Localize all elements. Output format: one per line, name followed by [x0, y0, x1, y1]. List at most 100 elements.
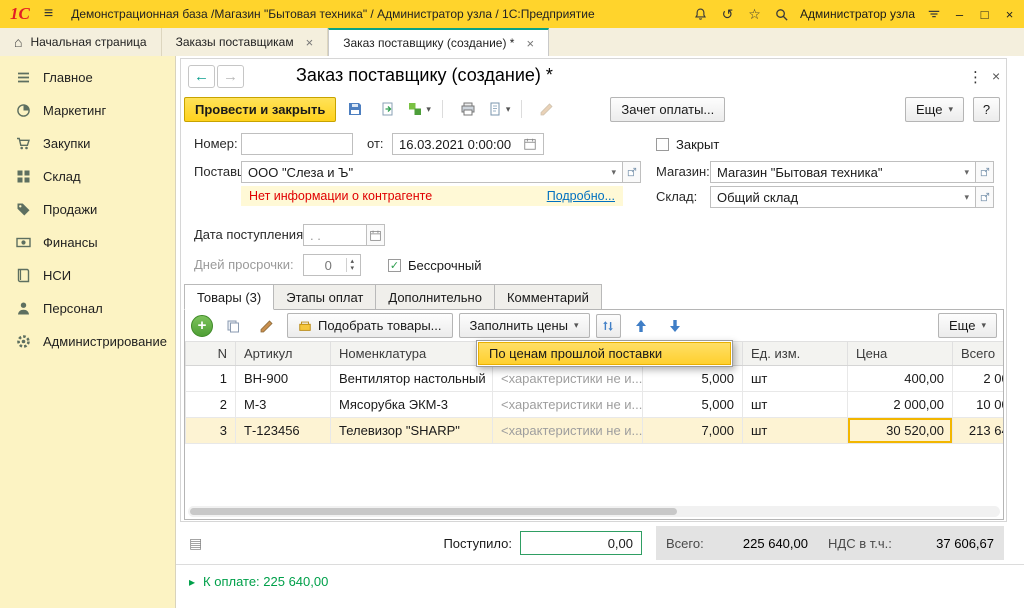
change-order-button[interactable]	[596, 314, 621, 338]
add-row-button[interactable]: +	[191, 315, 213, 337]
sidebar-item-nsi[interactable]: НСИ	[0, 259, 175, 292]
cell-nomenclature[interactable]: Мясорубка ЭКМ-3	[331, 392, 493, 418]
back-button[interactable]: ←	[188, 65, 215, 88]
copy-row-button[interactable]	[219, 313, 247, 338]
number-input[interactable]	[241, 133, 353, 155]
cell-quantity[interactable]: 7,000	[643, 418, 743, 444]
cell-total[interactable]: 2 000,00	[953, 366, 1005, 392]
warehouse-input[interactable]: Общий склад ▾	[710, 186, 976, 208]
cell-price[interactable]: 400,00	[848, 366, 953, 392]
sidebar-item-finance[interactable]: Финансы	[0, 226, 175, 259]
spinner-control[interactable]: ▴ ▾	[346, 258, 354, 272]
receipt-calendar-button[interactable]	[367, 224, 385, 246]
tab-close-icon[interactable]: ×	[526, 36, 534, 51]
create-based-on-button[interactable]: ▾	[407, 101, 431, 117]
minimize-button[interactable]: –	[952, 7, 967, 22]
col-article[interactable]: Артикул	[236, 342, 331, 366]
sidebar-item-warehouse[interactable]: Склад	[0, 160, 175, 193]
tab-supplier-orders[interactable]: Заказы поставщикам ×	[162, 28, 329, 56]
supplier-open-button[interactable]	[623, 161, 641, 183]
col-unit[interactable]: Ед. изм.	[743, 342, 848, 366]
cell-nomenclature[interactable]: Телевизор "SHARP"	[331, 418, 493, 444]
scrollbar-thumb[interactable]	[190, 508, 677, 515]
sidebar-item-purchases[interactable]: Закупки	[0, 127, 175, 160]
notes-icon[interactable]: ▤	[189, 535, 202, 552]
shop-input[interactable]: Магазин "Бытовая техника" ▾	[710, 161, 976, 183]
spin-down-icon[interactable]: ▾	[350, 265, 354, 272]
tab-comment[interactable]: Комментарий	[495, 284, 602, 310]
edit-button[interactable]	[533, 97, 561, 122]
warehouse-open-button[interactable]	[976, 186, 994, 208]
tab-additional[interactable]: Дополнительно	[376, 284, 495, 310]
receipt-date-input[interactable]: . .	[303, 224, 367, 246]
chevron-down-icon[interactable]: ▾	[611, 167, 616, 178]
cell-article[interactable]: Т-123456	[236, 418, 331, 444]
sidebar-item-sales[interactable]: Продажи	[0, 193, 175, 226]
sidebar-item-main[interactable]: Главное	[0, 61, 175, 94]
main-menu-icon[interactable]: ≡	[44, 5, 53, 23]
supplier-input[interactable]: ООО "Слеза и Ъ" ▾	[241, 161, 623, 183]
termless-checkbox[interactable]: ✓ Бессрочный	[388, 254, 482, 276]
tab-home[interactable]: ⌂ Начальная страница	[0, 28, 162, 56]
expand-arrow-icon[interactable]: ▸	[189, 575, 195, 589]
cell-total[interactable]: 10 000,00	[953, 392, 1005, 418]
sidebar-item-administration[interactable]: Администрирование	[0, 325, 175, 358]
kebab-menu-icon[interactable]: ⋮	[968, 68, 983, 86]
tab-close-icon[interactable]: ×	[306, 35, 314, 50]
cell-unit[interactable]: шт	[743, 392, 848, 418]
fill-prices-button[interactable]: Заполнить цены ▾	[459, 313, 590, 338]
save-button[interactable]	[341, 97, 369, 122]
more-button[interactable]: Еще ▾	[905, 97, 964, 122]
chevron-down-icon[interactable]: ▾	[964, 192, 969, 203]
details-link[interactable]: Подробно...	[547, 189, 615, 203]
history-icon[interactable]: ↺	[719, 6, 736, 23]
tab-payment-stages[interactable]: Этапы оплат	[274, 284, 376, 310]
menu-item-last-delivery-prices[interactable]: По ценам прошлой поставки	[478, 342, 731, 365]
closed-checkbox[interactable]: Закрыт	[656, 133, 719, 155]
cell-total[interactable]: 213 640,00	[953, 418, 1005, 444]
date-input[interactable]: 16.03.2021 0:00:00	[392, 133, 544, 155]
received-input[interactable]: 0,00	[520, 531, 642, 555]
sidebar-item-marketing[interactable]: Маркетинг	[0, 94, 175, 127]
tab-goods[interactable]: Товары (3)	[184, 284, 274, 310]
overdue-input[interactable]: 0 ▴ ▾	[303, 254, 361, 276]
current-user[interactable]: Администратор узла	[800, 7, 915, 21]
col-price[interactable]: Цена	[848, 342, 953, 366]
close-button[interactable]: ×	[1002, 7, 1017, 22]
chevron-down-icon[interactable]: ▾	[964, 167, 969, 178]
move-down-button[interactable]	[661, 313, 689, 338]
search-icon[interactable]	[773, 6, 790, 23]
cell-n[interactable]: 3	[186, 418, 236, 444]
cell-unit[interactable]: шт	[743, 418, 848, 444]
pick-goods-button[interactable]: Подобрать товары...	[287, 313, 453, 338]
horizontal-scrollbar[interactable]	[188, 506, 1000, 517]
cell-characteristics[interactable]: <характеристики не и...	[493, 392, 643, 418]
move-up-button[interactable]	[627, 313, 655, 338]
notifications-bell-icon[interactable]	[692, 6, 709, 23]
cell-characteristics[interactable]: <характеристики не и...	[493, 366, 643, 392]
cell-characteristics[interactable]: <характеристики не и...	[493, 418, 643, 444]
cell-price-focused[interactable]: 30 520,00	[848, 418, 953, 444]
col-nomenclature[interactable]: Номенклатура	[331, 342, 493, 366]
maximize-button[interactable]: □	[977, 7, 992, 22]
tab-supplier-order-new[interactable]: Заказ поставщику (создание) * ×	[328, 28, 549, 56]
offset-payment-button[interactable]: Зачет оплаты...	[610, 97, 725, 122]
post-and-close-button[interactable]: Провести и закрыть	[184, 97, 336, 122]
cell-article[interactable]: ВН-900	[236, 366, 331, 392]
cell-n[interactable]: 1	[186, 366, 236, 392]
cell-quantity[interactable]: 5,000	[643, 392, 743, 418]
post-document-button[interactable]	[374, 97, 402, 122]
col-n[interactable]: N	[186, 342, 236, 366]
favorites-star-icon[interactable]: ☆	[746, 6, 763, 23]
calendar-icon[interactable]	[523, 137, 537, 151]
edit-row-button[interactable]	[253, 313, 281, 338]
connection-icon[interactable]	[925, 6, 942, 23]
items-more-button[interactable]: Еще ▾	[938, 313, 997, 338]
form-close-icon[interactable]: ×	[992, 68, 1000, 84]
sidebar-item-staff[interactable]: Персонал	[0, 292, 175, 325]
forward-button[interactable]: →	[217, 65, 244, 88]
cell-quantity[interactable]: 5,000	[643, 366, 743, 392]
spin-up-icon[interactable]: ▴	[350, 258, 354, 265]
reports-button[interactable]: ▾	[487, 101, 511, 117]
cell-article[interactable]: М-3	[236, 392, 331, 418]
